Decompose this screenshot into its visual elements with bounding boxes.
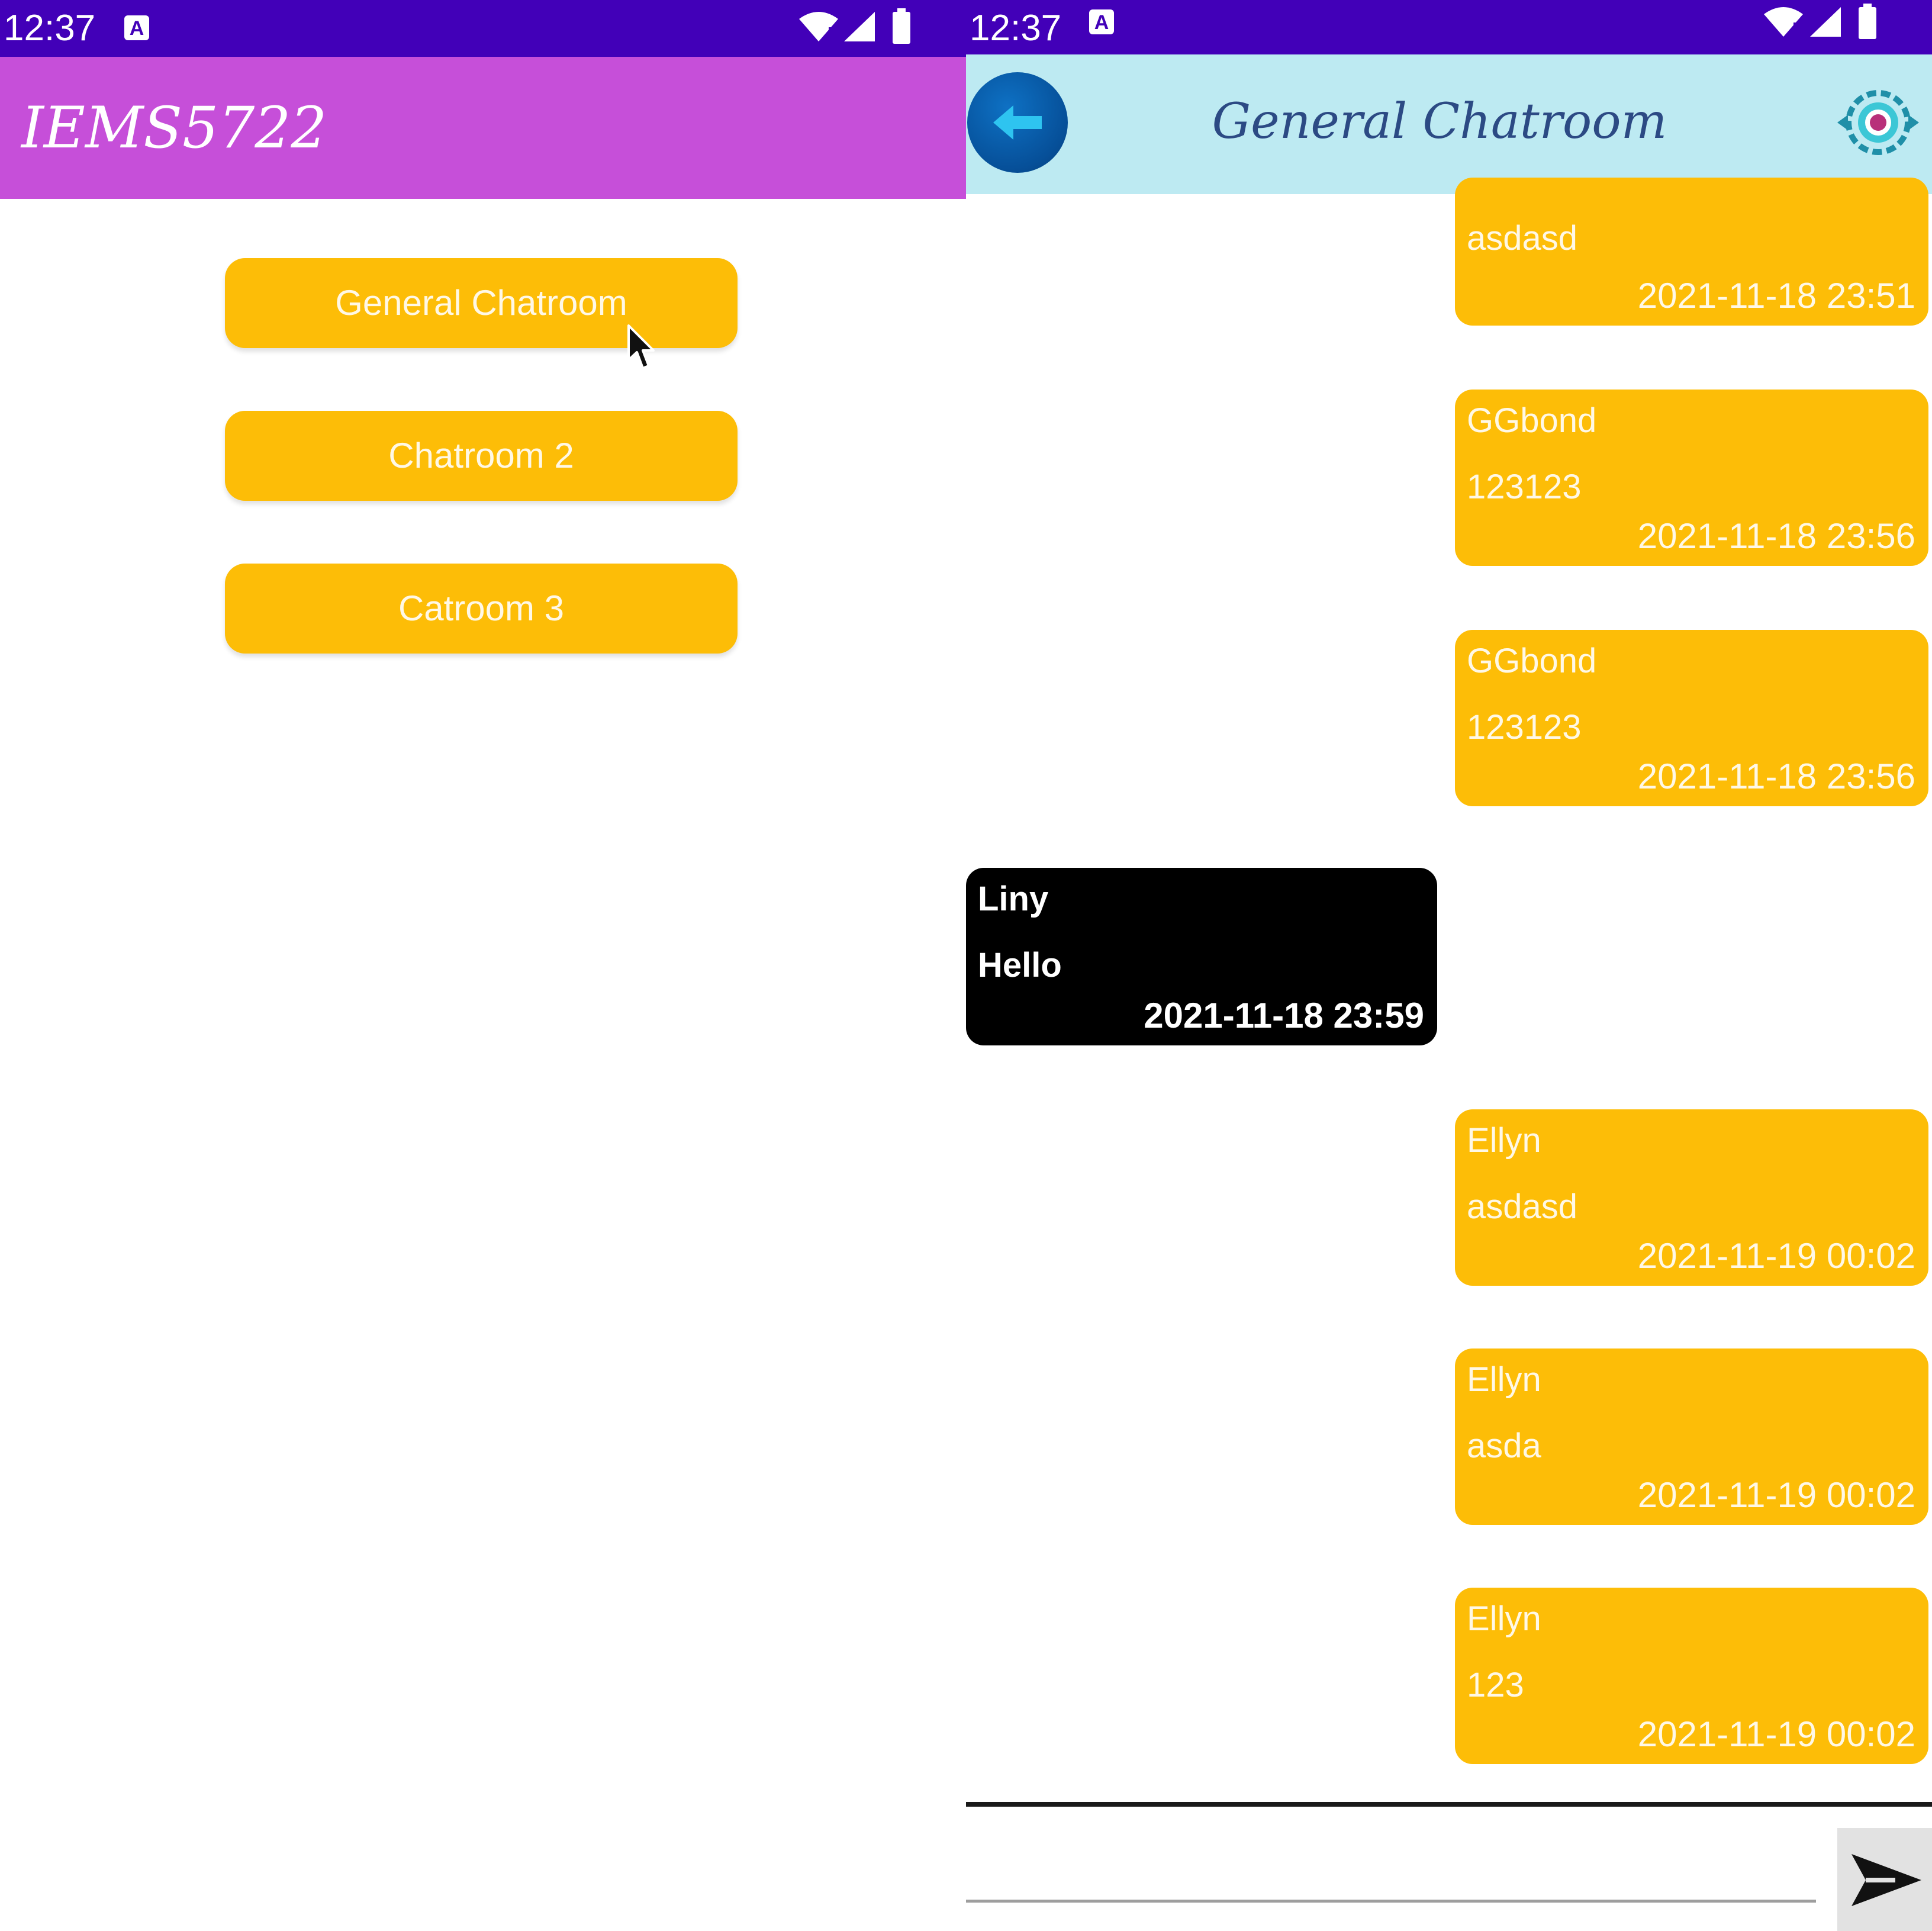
message-time: 2021-11-19 00:02 (1637, 1714, 1915, 1754)
app-title: IEMS5722 (21, 95, 327, 161)
message-text: 123 (1467, 1666, 1524, 1704)
message-text: asdasd (1467, 219, 1578, 258)
message-bubble: Ellyn asda 2021-11-19 00:02 (1455, 1349, 1928, 1525)
message-time: 2021-11-18 23:56 (1637, 516, 1915, 556)
chatroom-screen: 12:37 A General Chatroom asdasd 2021-11-… (966, 0, 1932, 1931)
battery-icon (893, 8, 910, 44)
message-time: 2021-11-19 00:02 (1637, 1236, 1915, 1276)
message-bubble: asdasd 2021-11-18 23:51 (1455, 178, 1928, 326)
signal-icon (844, 12, 875, 41)
settings-gear-icon[interactable] (1834, 84, 1923, 161)
message-text: 123123 (1467, 708, 1582, 746)
message-bubble: Ellyn 123 2021-11-19 00:02 (1455, 1588, 1928, 1764)
send-button[interactable] (1837, 1828, 1932, 1931)
status-time: 12:37 (4, 8, 96, 49)
message-time: 2021-11-18 23:56 (1637, 757, 1915, 796)
message-time: 2021-11-18 23:59 (1144, 996, 1424, 1035)
message-bubble: GGbond 123123 2021-11-18 23:56 (1455, 390, 1928, 566)
message-text: asda (1467, 1427, 1541, 1465)
battery-icon (1859, 4, 1876, 39)
message-time: 2021-11-18 23:51 (1637, 276, 1915, 316)
message-sender: GGbond (1467, 401, 1597, 440)
notification-icon-letter: A (129, 17, 144, 40)
chat-header: General Chatroom (966, 54, 1932, 194)
status-bar: 12:37 A (966, 0, 1932, 57)
input-divider (966, 1802, 1932, 1807)
send-icon (1852, 1854, 1921, 1906)
message-input[interactable] (966, 1814, 1816, 1903)
message-sender: Ellyn (1467, 1360, 1541, 1399)
message-bubble: Ellyn asdasd 2021-11-19 00:02 (1455, 1109, 1928, 1286)
chatroom-title: General Chatroom (1212, 94, 1667, 150)
message-text: Hello (978, 946, 1062, 984)
notification-icon-letter: A (1094, 11, 1109, 34)
status-time: 12:37 (970, 8, 1062, 49)
message-sender: Ellyn (1467, 1599, 1541, 1638)
room-list-screen: 12:37 A IEMS5722 General Chatroom Chatro… (0, 0, 966, 1931)
signal-icon (1810, 7, 1841, 37)
message-text: 123123 (1467, 468, 1582, 506)
message-bubble: Liny Hello 2021-11-18 23:59 (966, 868, 1437, 1045)
message-sender: Liny (978, 880, 1049, 918)
message-time: 2021-11-19 00:02 (1637, 1475, 1915, 1515)
wifi-icon (799, 12, 838, 41)
chatroom-3-button[interactable]: Catroom 3 (225, 564, 738, 654)
mouse-cursor-icon (627, 324, 655, 369)
message-bubble: GGbond 123123 2021-11-18 23:56 (1455, 630, 1928, 806)
status-bar: 12:37 A (0, 0, 966, 57)
message-sender: Ellyn (1467, 1121, 1541, 1160)
chatroom-2-button[interactable]: Chatroom 2 (225, 411, 738, 501)
back-arrow-icon (993, 105, 1042, 140)
general-chatroom-button[interactable]: General Chatroom (225, 258, 738, 348)
app-bar: IEMS5722 (0, 57, 966, 199)
back-button[interactable] (967, 72, 1068, 173)
wifi-icon (1764, 7, 1803, 37)
notification-icon: A (1089, 9, 1114, 34)
message-sender: GGbond (1467, 642, 1597, 680)
message-text: asdasd (1467, 1187, 1578, 1226)
notification-icon: A (124, 15, 149, 40)
